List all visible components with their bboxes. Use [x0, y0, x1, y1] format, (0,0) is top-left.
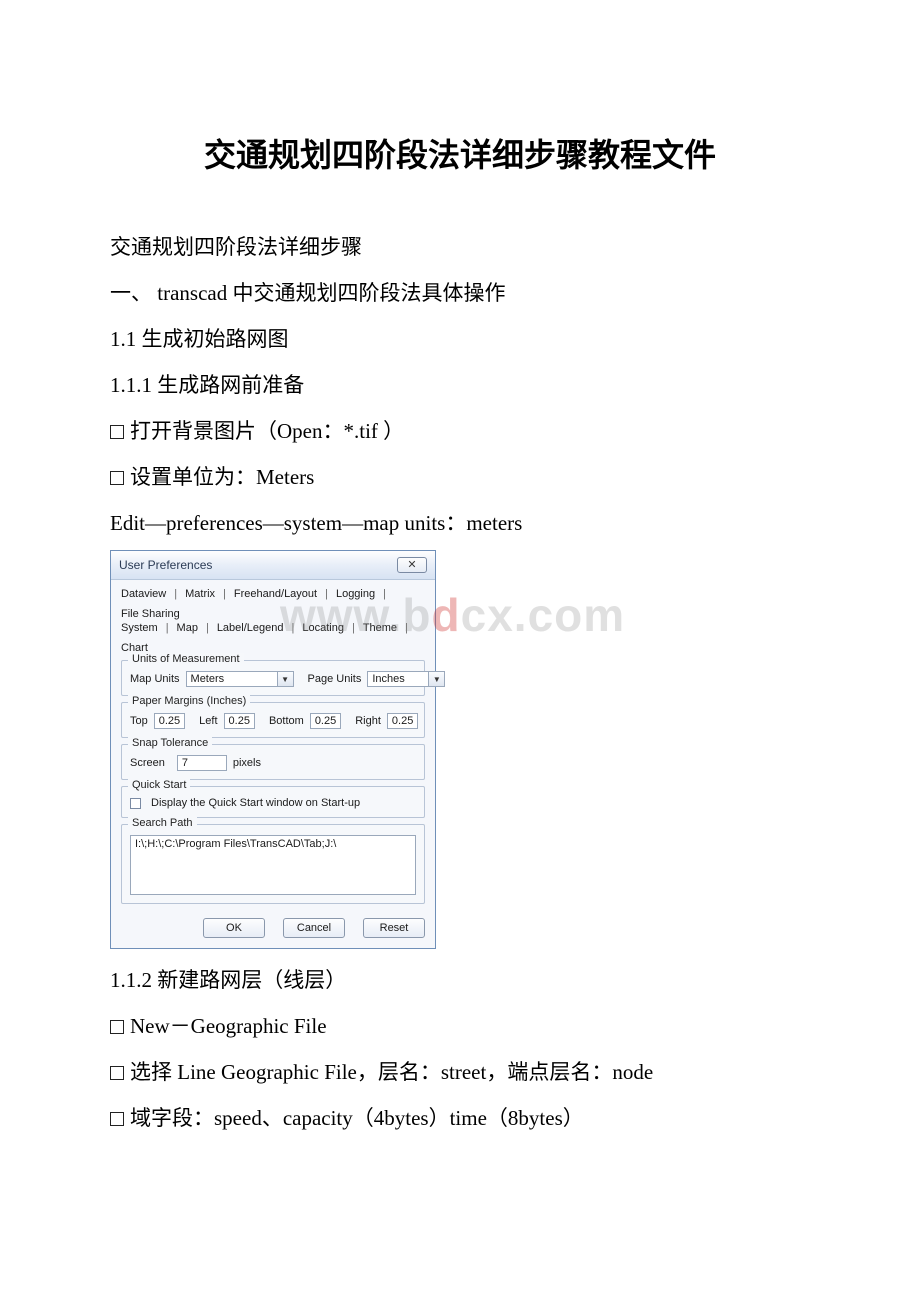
quickstart-fieldset: Quick Start Display the Quick Start wind…	[121, 786, 425, 818]
map-units-select[interactable]: Meters ▼	[186, 671, 294, 687]
paragraph: 1.1.2 新建路网层（线层）	[110, 959, 810, 1001]
margin-right-label: Right	[355, 715, 381, 727]
units-fieldset: Units of Measurement Map Units Meters ▼ …	[121, 660, 425, 696]
searchpath-fieldset: Search Path I:\;H:\;C:\Program Files\Tra…	[121, 824, 425, 904]
margin-left-label: Left	[199, 715, 217, 727]
chevron-down-icon: ▼	[428, 672, 444, 686]
quickstart-checkbox[interactable]	[130, 798, 141, 809]
tab-theme[interactable]: Theme	[363, 622, 397, 634]
page-units-select[interactable]: Inches ▼	[367, 671, 445, 687]
snap-fieldset: Snap Tolerance Screen 7 pixels	[121, 744, 425, 780]
paragraph: 选择 Line Geographic File，层名：street，端点层名：n…	[110, 1051, 810, 1093]
paragraph: 交通规划四阶段法详细步骤	[110, 226, 810, 268]
paragraph: 1.1 生成初始路网图	[110, 318, 810, 360]
user-preferences-dialog: User Preferences ✕ Dataview| Matrix| Fre…	[110, 550, 436, 949]
paragraph-text: 选择 Line Geographic File，层名：street，端点层名：n…	[130, 1060, 653, 1084]
checkbox-icon	[110, 1112, 124, 1126]
margin-top-input[interactable]: 0.25	[154, 713, 185, 729]
paragraph-text: 设置单位为：Meters	[130, 465, 314, 489]
paragraph: Edit—preferences—system—map units：meters	[110, 502, 810, 544]
document-page: 交通规划四阶段法详细步骤教程文件 交通规划四阶段法详细步骤 一、 transca…	[0, 0, 920, 1223]
margin-bottom-input[interactable]: 0.25	[310, 713, 341, 729]
snap-screen-label: Screen	[130, 757, 165, 769]
margin-left-input[interactable]: 0.25	[224, 713, 255, 729]
margin-right-input[interactable]: 0.25	[387, 713, 418, 729]
cancel-button[interactable]: Cancel	[283, 918, 345, 938]
tab-system[interactable]: System	[121, 622, 158, 634]
checkbox-icon	[110, 1020, 124, 1034]
fieldset-legend: Paper Margins (Inches)	[128, 695, 250, 707]
checkbox-icon	[110, 425, 124, 439]
page-units-label: Page Units	[308, 673, 362, 685]
margin-top-label: Top	[130, 715, 148, 727]
dialog-title: User Preferences	[119, 558, 212, 572]
paragraph-text: 打开背景图片（Open：*.tif ）	[130, 419, 404, 443]
paragraph: 域字段：speed、capacity（4bytes）time（8bytes）	[110, 1097, 810, 1139]
tab-locating[interactable]: Locating	[302, 622, 344, 634]
checkbox-icon	[110, 1066, 124, 1080]
fieldset-legend: Quick Start	[128, 779, 190, 791]
margin-bottom-label: Bottom	[269, 715, 304, 727]
snap-screen-unit: pixels	[233, 757, 261, 769]
paragraph-text: New－Geographic File	[130, 1014, 327, 1038]
tabs-row: System| Map| Label/Legend| Locating| The…	[121, 622, 425, 654]
ok-button[interactable]: OK	[203, 918, 265, 938]
tabs-row: Dataview| Matrix| Freehand/Layout| Loggi…	[121, 588, 425, 620]
tab-logging[interactable]: Logging	[336, 588, 375, 600]
quickstart-text: Display the Quick Start window on Start-…	[151, 797, 360, 809]
reset-button[interactable]: Reset	[363, 918, 425, 938]
tab-label-legend[interactable]: Label/Legend	[217, 622, 284, 634]
document-title: 交通规划四阶段法详细步骤教程文件	[110, 130, 810, 176]
fieldset-legend: Snap Tolerance	[128, 737, 212, 749]
fieldset-legend: Units of Measurement	[128, 653, 244, 665]
chevron-down-icon: ▼	[277, 672, 293, 686]
search-path-input[interactable]: I:\;H:\;C:\Program Files\TransCAD\Tab;J:…	[130, 835, 416, 895]
paragraph: 1.1.1 生成路网前准备	[110, 364, 810, 406]
tab-matrix[interactable]: Matrix	[185, 588, 215, 600]
tab-file-sharing[interactable]: File Sharing	[121, 608, 180, 620]
margins-fieldset: Paper Margins (Inches) Top 0.25 Left 0.2…	[121, 702, 425, 738]
fieldset-legend: Search Path	[128, 817, 197, 829]
dialog-button-row: OK Cancel Reset	[121, 918, 425, 938]
dialog-titlebar: User Preferences ✕	[111, 551, 435, 580]
paragraph-text: 域字段：speed、capacity（4bytes）time（8bytes）	[130, 1106, 584, 1130]
tab-dataview[interactable]: Dataview	[121, 588, 166, 600]
map-units-label: Map Units	[130, 673, 180, 685]
paragraph: New－Geographic File	[110, 1005, 810, 1047]
map-units-value: Meters	[187, 673, 277, 685]
paragraph: 设置单位为：Meters	[110, 456, 810, 498]
paragraph: 打开背景图片（Open：*.tif ）	[110, 410, 810, 452]
close-button[interactable]: ✕	[397, 557, 427, 573]
page-units-value: Inches	[368, 673, 428, 685]
checkbox-icon	[110, 471, 124, 485]
tab-map[interactable]: Map	[177, 622, 198, 634]
snap-screen-input[interactable]: 7	[177, 755, 227, 771]
paragraph: 一、 transcad 中交通规划四阶段法具体操作	[110, 272, 810, 314]
dialog-body: Dataview| Matrix| Freehand/Layout| Loggi…	[111, 580, 435, 948]
tab-freehand-layout[interactable]: Freehand/Layout	[234, 588, 317, 600]
